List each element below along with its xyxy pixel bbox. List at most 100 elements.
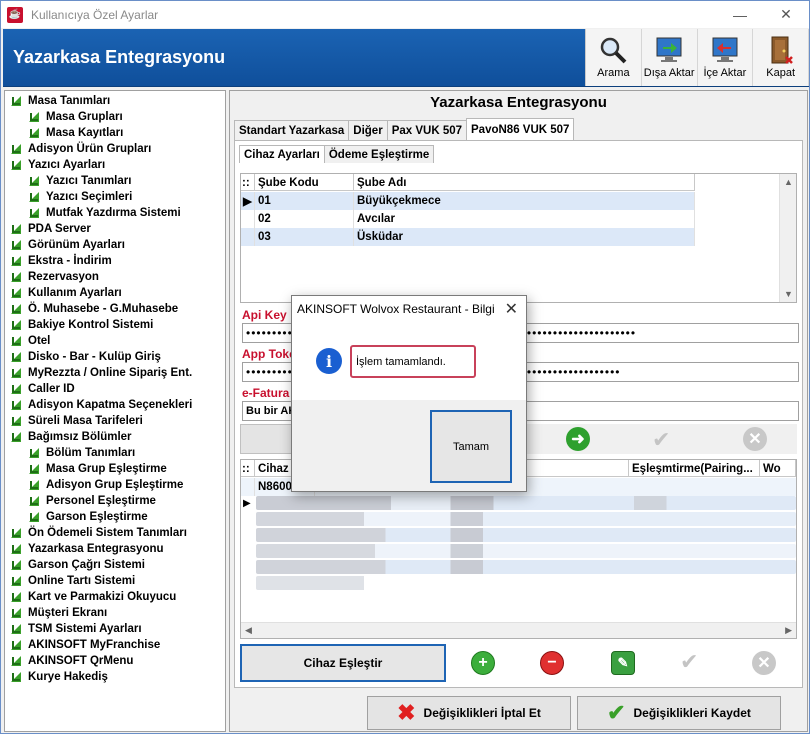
tree-item[interactable]: Rezervasyon: [11, 269, 99, 285]
tree-item[interactable]: Müşteri Ekranı: [11, 605, 107, 621]
minimize-icon[interactable]: —: [717, 1, 763, 28]
column-header-sube-kodu[interactable]: Şube Kodu: [255, 174, 354, 191]
row-gutter: [241, 228, 255, 246]
tree-item[interactable]: Garson Çağrı Sistemi: [11, 557, 145, 573]
info-dialog: AKINSOFT Wolvox Restaurant - Bilgi ✕ i İ…: [291, 295, 527, 492]
tree-item[interactable]: Kurye Hakediş: [11, 669, 108, 685]
tab-pavon86-vuk-507[interactable]: PavoN86 VUK 507: [466, 118, 575, 140]
tree-item[interactable]: AKINSOFT MyFranchise: [11, 637, 160, 653]
redacted-row: [256, 576, 436, 590]
pair-device-button[interactable]: Cihaz Eşleştir: [240, 644, 446, 682]
scroll-right-icon[interactable]: ▶: [785, 625, 792, 636]
tab-standart-yazarkasa[interactable]: Standart Yazarkasa: [234, 120, 350, 140]
main-title: Yazarkasa Entegrasyonu: [430, 94, 607, 111]
green-check-icon: [11, 560, 21, 570]
tree-item[interactable]: TSM Sistemi Ayarları: [11, 621, 142, 637]
cancel-changes-button[interactable]: ✖ Değişiklikleri İptal Et: [367, 696, 571, 730]
scroll-up-icon[interactable]: ▲: [780, 174, 797, 190]
green-check-icon: [29, 496, 39, 506]
table-row[interactable]: 02 Avcılar: [241, 210, 695, 228]
tree-item[interactable]: Garson Eşleştirme: [29, 509, 148, 525]
tree-item[interactable]: AKINSOFT QrMenu: [11, 653, 133, 669]
tree-item[interactable]: Adisyon Ürün Grupları: [11, 141, 151, 157]
save-changes-button[interactable]: ✔ Değişiklikleri Kaydet: [577, 696, 781, 730]
scroll-down-icon[interactable]: ▼: [780, 286, 797, 302]
tree-item[interactable]: Otel: [11, 333, 50, 349]
tree-item[interactable]: Masa Kayıtları: [29, 125, 123, 141]
redacted-row: [256, 528, 796, 542]
tree-item[interactable]: Yazıcı Ayarları: [11, 157, 105, 173]
close-button[interactable]: Kapat: [753, 29, 809, 86]
tree-item[interactable]: Kullanım Ayarları: [11, 285, 122, 301]
redacted-row: [256, 512, 796, 526]
tree-item[interactable]: Bölüm Tanımları: [29, 445, 135, 461]
tab-cihaz-ayarlari[interactable]: Cihaz Ayarları: [239, 145, 325, 163]
tree-item[interactable]: Kart ve Parmakizi Okuyucu: [11, 589, 176, 605]
tree-item[interactable]: Adisyon Grup Eşleştirme: [29, 477, 183, 493]
edit-icon[interactable]: ✎: [611, 651, 635, 675]
import-button[interactable]: İçe Aktar: [698, 29, 754, 86]
tab-pax-vuk-507[interactable]: Pax VUK 507: [386, 120, 468, 140]
table-row[interactable]: ▶ 01 Büyükçekmece: [241, 192, 695, 210]
tree-item[interactable]: Ö. Muhasebe - G.Muhasebe: [11, 301, 178, 317]
tree-item[interactable]: Adisyon Kapatma Seçenekleri: [11, 397, 192, 413]
cancel-icon[interactable]: ✕: [752, 651, 776, 675]
export-button[interactable]: Dışa Aktar: [642, 29, 698, 86]
tree-item[interactable]: Yazıcı Seçimleri: [29, 189, 132, 205]
green-check-icon: [29, 128, 39, 138]
dialog-message: İşlem tamamlandı.: [350, 345, 476, 378]
tree-item-label: Masa Tanımları: [28, 95, 111, 107]
remove-icon[interactable]: −: [540, 651, 564, 675]
green-check-icon: [11, 592, 21, 602]
tree-item[interactable]: Ekstra - İndirim: [11, 253, 112, 269]
search-button[interactable]: Arama: [586, 29, 642, 86]
close-window-icon[interactable]: ✕: [763, 1, 809, 28]
red-x-icon: ✖: [397, 700, 416, 725]
tree-item[interactable]: Yazarkasa Entegrasyonu: [11, 541, 164, 557]
scroll-left-icon[interactable]: ◀: [245, 625, 252, 636]
tree-item[interactable]: Mutfak Yazdırma Sistemi: [29, 205, 181, 221]
check-icon[interactable]: ✔: [652, 427, 670, 453]
green-check-icon: [11, 640, 21, 650]
cancel-icon[interactable]: ✕: [743, 427, 767, 451]
tree-item-label: Görünüm Ayarları: [28, 239, 125, 251]
tree-item[interactable]: Disko - Bar - Kulüp Giriş: [11, 349, 161, 365]
branch-grid-scrollbar[interactable]: ▲ ▼: [779, 174, 796, 302]
tab-odeme-eslestirme[interactable]: Ödeme Eşleştirme: [323, 145, 435, 163]
column-header-sube-adi[interactable]: Şube Adı: [354, 174, 695, 191]
tab-diger[interactable]: Diğer: [348, 120, 388, 140]
table-row[interactable]: 03 Üsküdar: [241, 228, 695, 246]
tree-item[interactable]: Süreli Masa Tarifeleri: [11, 413, 143, 429]
column-header-wo[interactable]: Wo: [760, 460, 796, 477]
tree-item-label: Ö. Muhasebe - G.Muhasebe: [28, 303, 179, 315]
tree-item[interactable]: Personel Eşleştirme: [29, 493, 156, 509]
tree-item[interactable]: Görünüm Ayarları: [11, 237, 125, 253]
branch-grid[interactable]: :: Şube Kodu Şube Adı ▶ 01 Büyükçekmece …: [240, 173, 797, 303]
export-monitor-icon: [654, 35, 684, 65]
tree-item[interactable]: Caller ID: [11, 381, 75, 397]
tree-item-label: Otel: [28, 335, 51, 347]
arrow-right-icon[interactable]: ➜: [566, 427, 590, 451]
tree-item[interactable]: Masa Grupları: [29, 109, 123, 125]
tree-item-label: Müşteri Ekranı: [28, 607, 108, 619]
check-icon[interactable]: ✔: [680, 649, 698, 675]
green-check-icon: [11, 368, 21, 378]
tree-item[interactable]: Bakiye Kontrol Sistemi: [11, 317, 153, 333]
tree-item[interactable]: MyRezzta / Online Sipariş Ent.: [11, 365, 192, 381]
tree-item[interactable]: PDA Server: [11, 221, 91, 237]
tree-item[interactable]: Online Tartı Sistemi: [11, 573, 135, 589]
tree-item[interactable]: Masa Tanımları: [11, 93, 110, 109]
device-grid-hscrollbar[interactable]: ◀ ▶: [241, 622, 796, 638]
header-banner: Yazarkasa Entegrasyonu Arama Dışa Aktar …: [3, 29, 809, 87]
tree-item[interactable]: Ön Ödemeli Sistem Tanımları: [11, 525, 187, 541]
toolbar: Arama Dışa Aktar İçe Aktar Kapat: [585, 29, 809, 86]
dialog-close-icon[interactable]: ✕: [505, 299, 518, 319]
column-header-eslestirme[interactable]: Eşleşmtirme(Pairing...: [629, 460, 760, 477]
tree-item[interactable]: Yazıcı Tanımları: [29, 173, 131, 189]
ok-button[interactable]: Tamam: [430, 410, 512, 483]
tree-item[interactable]: Masa Grup Eşleştirme: [29, 461, 167, 477]
tree-item-label: Rezervasyon: [28, 271, 99, 283]
add-icon[interactable]: +: [471, 651, 495, 675]
tree-item[interactable]: Bağımsız Bölümler: [11, 429, 132, 445]
cell-sube-kodu: 02: [255, 210, 354, 228]
